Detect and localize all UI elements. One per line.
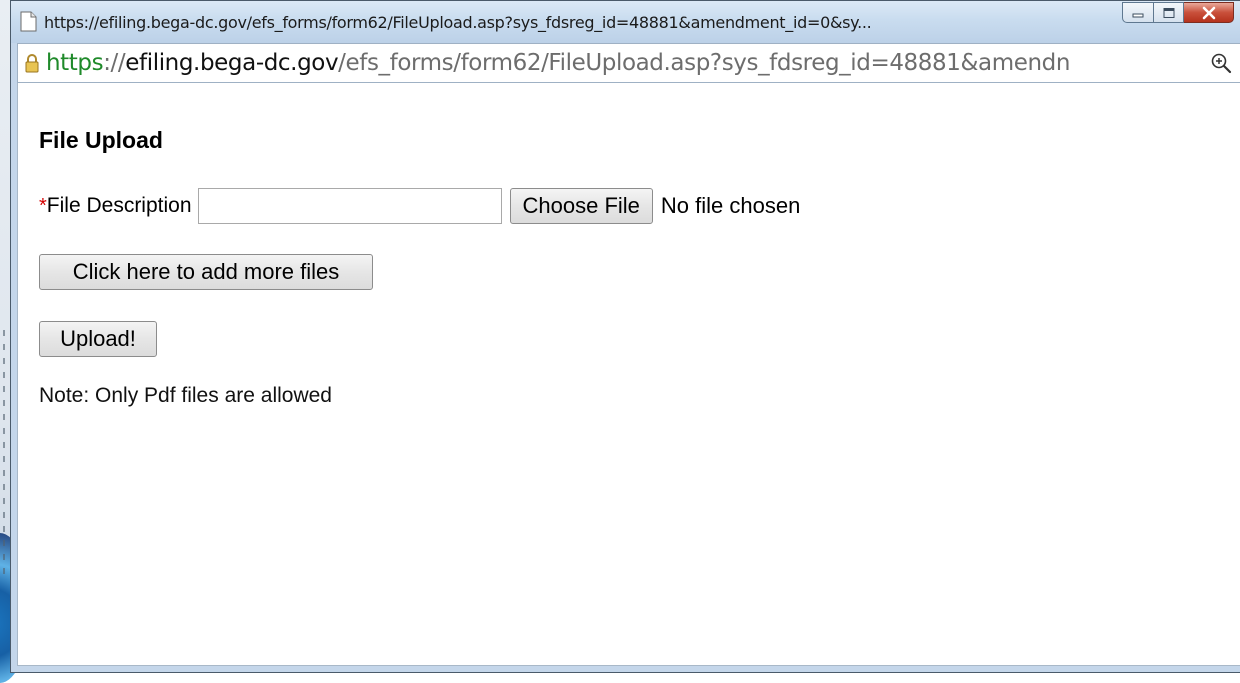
file-description-label: File Description [46,194,192,217]
close-button[interactable] [1184,2,1234,23]
choose-file-button[interactable]: Choose File [509,188,653,224]
minimize-button[interactable] [1122,2,1154,23]
no-file-chosen-text: No file chosen [660,193,801,218]
page-icon [20,11,37,32]
url-host: efiling.bega-dc.gov [125,50,339,76]
url-text[interactable]: https://efiling.bega-dc.gov/efs_forms/fo… [46,50,1070,76]
close-icon [1202,6,1215,19]
upload-button[interactable]: Upload! [39,321,157,357]
address-bar[interactable]: https://efiling.bega-dc.gov/efs_forms/fo… [17,43,1240,83]
file-description-row: * File Description Choose File No file c… [39,187,800,225]
url-scheme: https [46,50,104,76]
maximize-button[interactable] [1154,2,1184,23]
maximize-icon [1163,7,1174,18]
page-title: File Upload [39,127,163,153]
title-bar[interactable]: https://efiling.bega-dc.gov/efs_forms/fo… [11,1,1240,43]
required-marker: * [39,194,47,217]
page-content: File Upload * File Description Choose Fi… [17,83,1240,666]
add-more-files-button[interactable]: Click here to add more files [39,254,373,290]
url-path: /efs_forms/form62/FileUpload.asp?sys_fds… [338,50,1071,76]
file-description-input[interactable] [197,188,502,224]
browser-popup-window: https://efiling.bega-dc.gov/efs_forms/fo… [10,0,1240,673]
desktop-edge-marks [3,330,5,580]
minimize-icon [1132,13,1144,17]
lock-icon [25,54,39,73]
zoom-icon[interactable] [1210,52,1232,74]
pdf-only-note: Note: Only Pdf files are allowed [39,384,332,407]
window-controls [1122,2,1234,23]
url-separator: :// [103,50,126,76]
window-title: https://efiling.bega-dc.gov/efs_forms/fo… [44,13,872,32]
